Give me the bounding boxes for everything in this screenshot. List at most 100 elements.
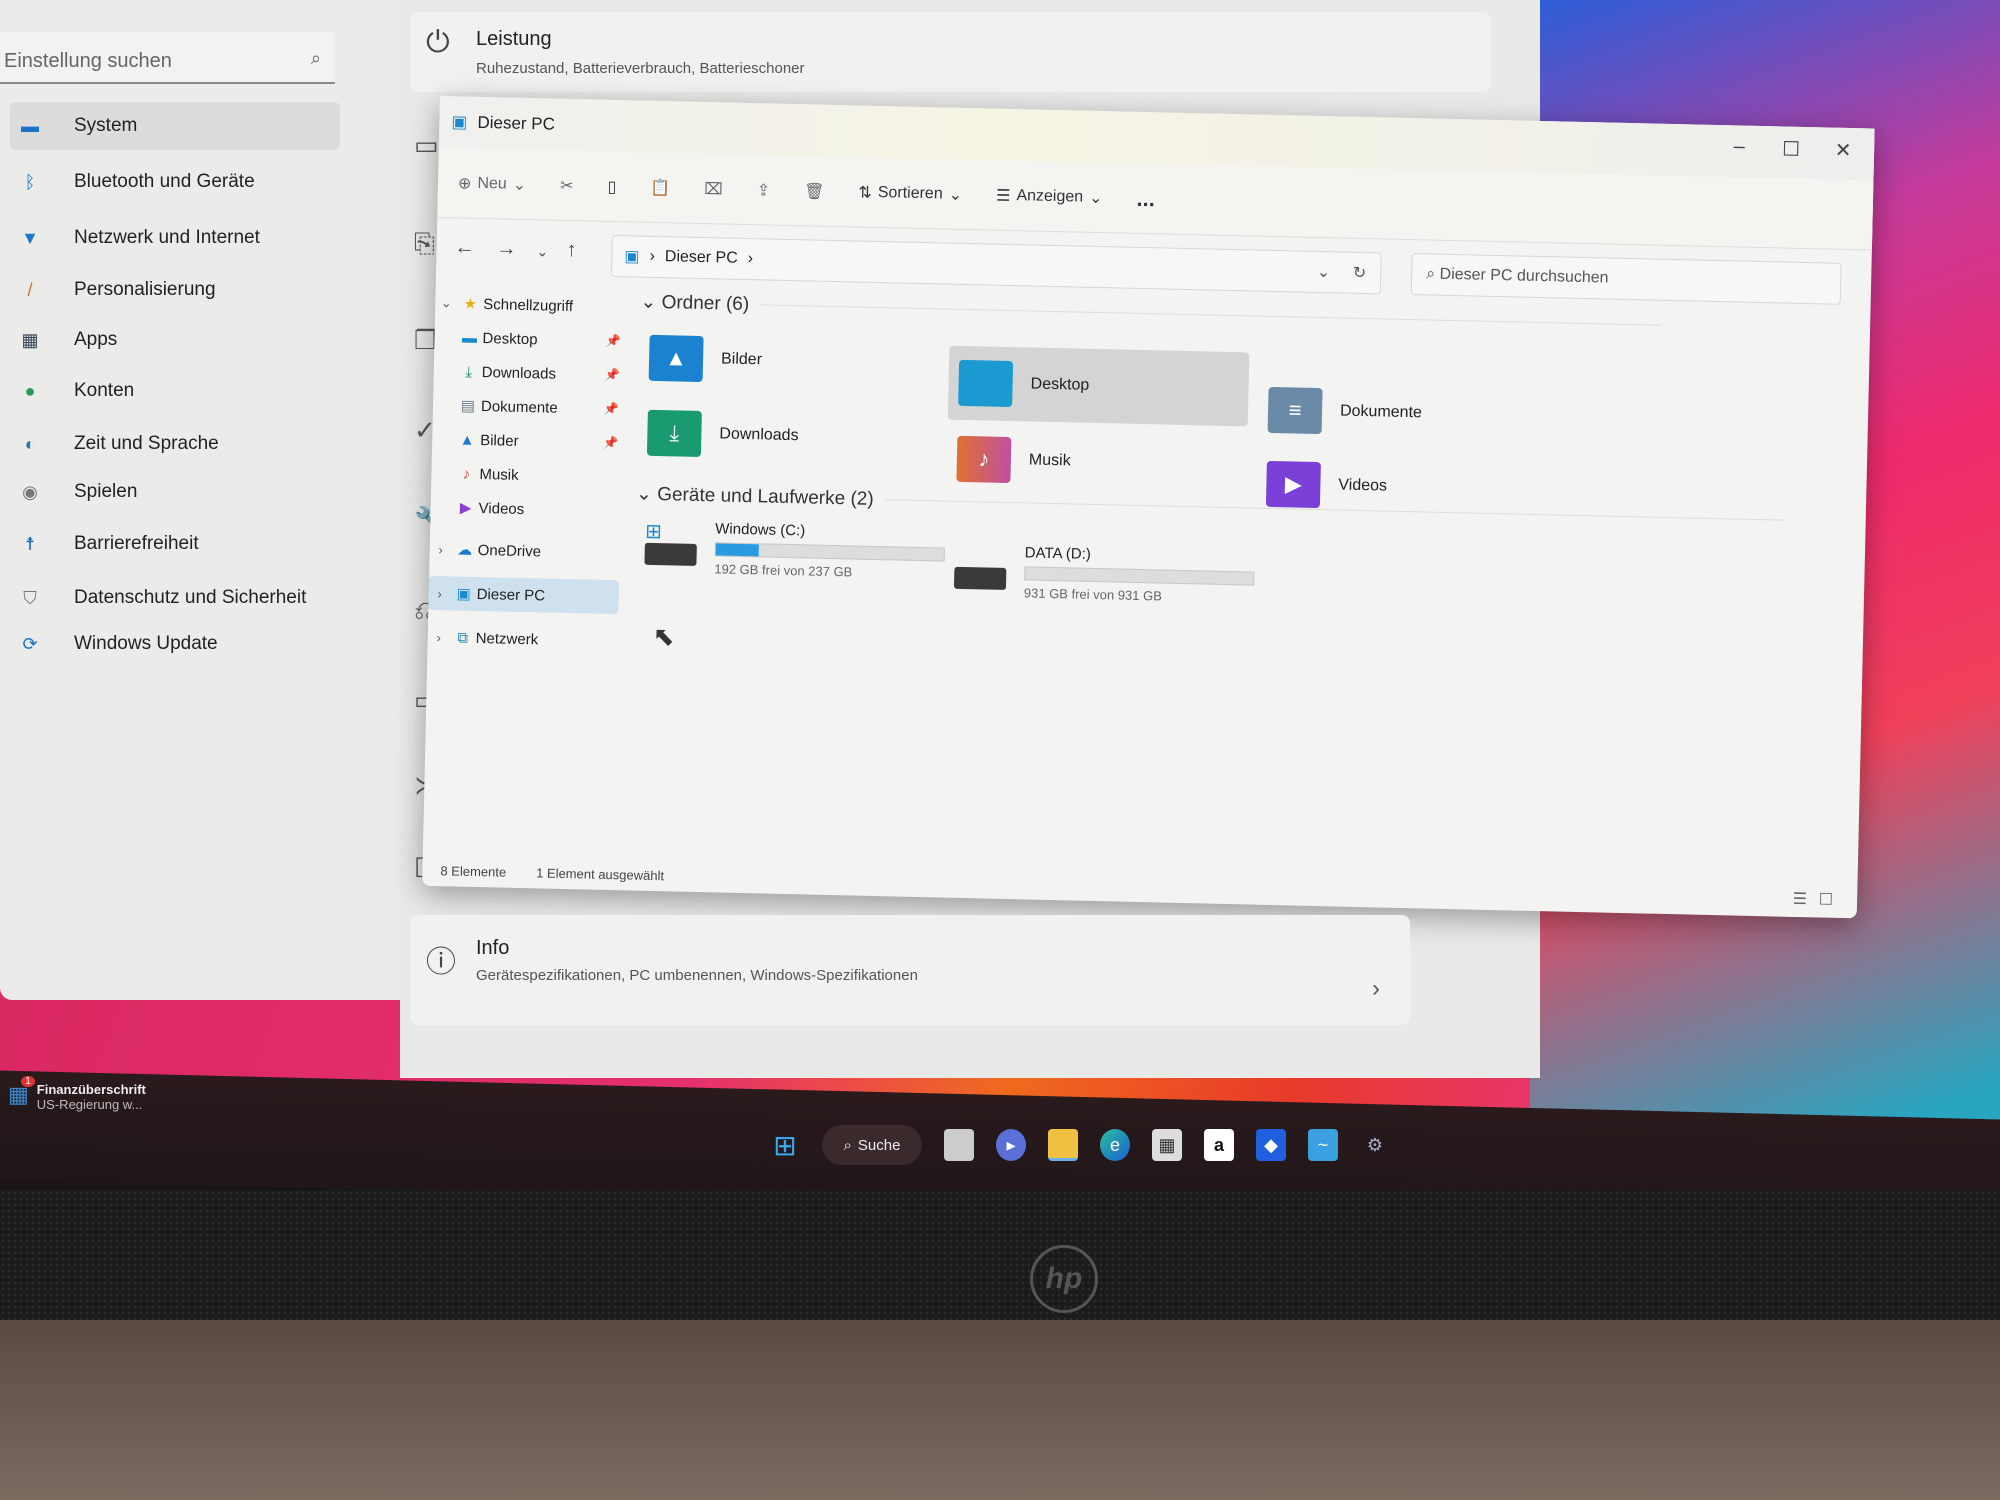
folder-dokumente[interactable]: ≡ Dokumente bbox=[1257, 373, 1559, 454]
sort-button[interactable]: ⇅ Sortieren ⌄ bbox=[858, 182, 962, 204]
item-count: 8 Elemente bbox=[440, 863, 507, 880]
task-view-icon[interactable] bbox=[944, 1129, 974, 1161]
minimize-button[interactable]: – bbox=[1714, 135, 1765, 159]
chat-icon[interactable]: ▸ bbox=[996, 1129, 1026, 1161]
search-icon: ⌕ bbox=[1426, 265, 1440, 283]
divider bbox=[885, 499, 1786, 522]
file-explorer-icon[interactable] bbox=[1048, 1129, 1078, 1161]
sidebar-item-accessibility[interactable]: ☨ Barrierefreiheit bbox=[10, 520, 340, 568]
nav-downloads[interactable]: ⤓ Downloads 📌 bbox=[433, 354, 624, 392]
sidebar-item-accounts[interactable]: ● Konten bbox=[10, 367, 340, 415]
drive-free-space: 931 GB frei von 931 GB bbox=[1023, 585, 1163, 604]
download-icon: ⤓ bbox=[465, 363, 473, 381]
app-icon[interactable]: ~ bbox=[1308, 1129, 1338, 1161]
chevron-right-icon: › bbox=[1372, 975, 1380, 1002]
drive-d[interactable]: DATA (D:) 931 GB frei von 931 GB bbox=[953, 543, 1265, 620]
copy-button[interactable]: ▯ bbox=[607, 176, 616, 196]
info-card[interactable]: ⓘ Info Gerätespezifikationen, PC umbenen… bbox=[410, 915, 1410, 1025]
close-button[interactable]: ✕ bbox=[1818, 137, 1869, 163]
folder-desktop[interactable]: Desktop bbox=[947, 345, 1250, 427]
nav-label: Netzwerk und Internet bbox=[74, 227, 260, 248]
plus-circle-icon: ⊕ bbox=[457, 174, 472, 193]
cut-button[interactable]: ✂ bbox=[560, 175, 574, 195]
paste-button[interactable]: 📋 bbox=[650, 177, 670, 197]
news-widget[interactable]: ▦ 1 Finanzüberschrift US-Regierung w... bbox=[8, 1076, 146, 1112]
store-icon[interactable]: ▦ bbox=[1152, 1129, 1182, 1161]
settings-search-input[interactable]: Einstellung suchen ⌕ bbox=[0, 32, 335, 84]
search-icon: ⌕ bbox=[843, 1136, 852, 1154]
nav-quick-access[interactable]: ⌄ ★ Schnellzugriff bbox=[435, 286, 626, 324]
sidebar-item-personalization[interactable]: / Personalisierung bbox=[10, 266, 340, 314]
nav-music[interactable]: ♪ Musik bbox=[431, 456, 622, 494]
desk-surface bbox=[0, 1320, 2000, 1500]
edge-icon[interactable]: e bbox=[1100, 1129, 1130, 1161]
recent-dropdown[interactable]: ⌄ bbox=[536, 243, 548, 260]
info-icon: ⓘ bbox=[426, 946, 456, 979]
address-bar[interactable]: ▣ › Dieser PC › ⌄ ↻ bbox=[610, 234, 1382, 295]
sidebar-item-privacy[interactable]: ⛉ Datenschutz und Sicherheit bbox=[10, 574, 340, 622]
widgets-icon: ▦ 1 bbox=[8, 1076, 35, 1112]
drive-usage-bar bbox=[1024, 566, 1255, 586]
delete-button[interactable]: 🗑 bbox=[804, 181, 825, 201]
nav-pictures[interactable]: ▲ Bilder 📌 bbox=[432, 422, 623, 460]
back-button[interactable]: ← bbox=[454, 236, 474, 259]
sidebar-item-system[interactable]: ▬ System bbox=[10, 102, 340, 150]
settings-icon[interactable]: ⚙ bbox=[1360, 1129, 1390, 1161]
nav-desktop[interactable]: ▬ Desktop 📌 bbox=[434, 320, 625, 358]
nav-onedrive[interactable]: › ☁ OneDrive bbox=[429, 532, 620, 570]
notification-title: Finanzüberschrift bbox=[36, 1082, 146, 1097]
chevron-right-icon: › bbox=[438, 541, 444, 557]
nav-label: Musik bbox=[479, 465, 519, 484]
sidebar-item-network[interactable]: ▼ Netzwerk und Internet bbox=[10, 214, 340, 262]
rename-button[interactable]: ⌧ bbox=[704, 179, 723, 199]
history-dropdown[interactable]: ⌄ bbox=[1317, 262, 1331, 282]
up-button[interactable]: ↑ bbox=[566, 239, 576, 262]
taskbar-search-button[interactable]: ⌕ Suche bbox=[822, 1125, 922, 1165]
pictures-icon: ▲ bbox=[459, 431, 475, 449]
pc-icon: ▣ bbox=[624, 248, 640, 266]
new-label: Neu bbox=[477, 174, 507, 193]
details-view-button[interactable]: ☰ bbox=[1793, 889, 1808, 909]
maximize-button[interactable]: ☐ bbox=[1766, 136, 1817, 162]
chevron-down-icon: ⌄ bbox=[635, 483, 658, 506]
view-button[interactable]: ☰ Anzeigen ⌄ bbox=[996, 185, 1103, 207]
explorer-search-input[interactable]: ⌕ Dieser PC durchsuchen bbox=[1410, 253, 1842, 305]
nav-label: Dokumente bbox=[480, 397, 558, 417]
more-button[interactable]: ... bbox=[1136, 185, 1155, 211]
nav-label: Personalisierung bbox=[74, 279, 216, 300]
nav-label: Barrierefreiheit bbox=[74, 533, 199, 554]
sidebar-item-bluetooth[interactable]: ᛒ Bluetooth und Geräte bbox=[10, 158, 340, 206]
tiles-view-button[interactable]: ☐ bbox=[1819, 889, 1834, 909]
folder-label: Musik bbox=[1028, 451, 1071, 470]
cloud-icon: ☁ bbox=[457, 541, 473, 559]
nav-documents[interactable]: ▤ Dokumente 📌 bbox=[433, 388, 624, 426]
breadcrumb-item[interactable]: Dieser PC bbox=[665, 248, 738, 268]
sidebar-item-gaming[interactable]: ◉ Spielen bbox=[10, 468, 340, 516]
power-card[interactable]: ⏻ Leistung Ruhezustand, Batterieverbrauc… bbox=[410, 12, 1490, 92]
documents-folder-icon: ≡ bbox=[1267, 386, 1323, 435]
share-button[interactable]: ⇪ bbox=[756, 180, 771, 200]
pc-icon: ▣ bbox=[456, 585, 471, 603]
nav-videos[interactable]: ▶ Videos bbox=[430, 490, 621, 528]
new-button[interactable]: ⊕ Neu ⌄ bbox=[458, 173, 527, 195]
start-icon[interactable]: ⊞ bbox=[770, 1129, 800, 1161]
folder-bilder[interactable]: ▲ Bilder bbox=[638, 321, 940, 402]
nav-label: Spielen bbox=[74, 481, 138, 502]
forward-button[interactable]: → bbox=[496, 237, 516, 260]
sidebar-item-time-language[interactable]: ◐ Zeit und Sprache bbox=[10, 420, 340, 468]
amazon-icon[interactable]: a bbox=[1204, 1129, 1234, 1161]
dropbox-icon[interactable]: ◆ bbox=[1256, 1129, 1286, 1161]
chevron-right-icon: › bbox=[436, 629, 442, 645]
folder-downloads[interactable]: ⤓ Downloads bbox=[637, 396, 939, 477]
nav-this-pc[interactable]: › ▣ Dieser PC bbox=[428, 575, 620, 615]
sidebar-item-apps[interactable]: ▦ Apps bbox=[10, 316, 340, 364]
refresh-button[interactable]: ↻ bbox=[1353, 263, 1367, 283]
globe-clock-icon: ◐ bbox=[24, 433, 36, 454]
update-icon: ⟳ bbox=[22, 633, 38, 654]
nav-network[interactable]: › ⧉ Netzwerk bbox=[427, 620, 618, 658]
pin-icon: 📌 bbox=[603, 401, 620, 417]
drive-c[interactable]: ⊞ Windows (C:) 192 GB frei von 237 GB bbox=[644, 519, 956, 596]
sidebar-item-windows-update[interactable]: ⟳ Windows Update bbox=[10, 620, 340, 668]
folder-label: Bilder bbox=[720, 350, 763, 369]
apps-icon: ▦ bbox=[21, 329, 39, 350]
